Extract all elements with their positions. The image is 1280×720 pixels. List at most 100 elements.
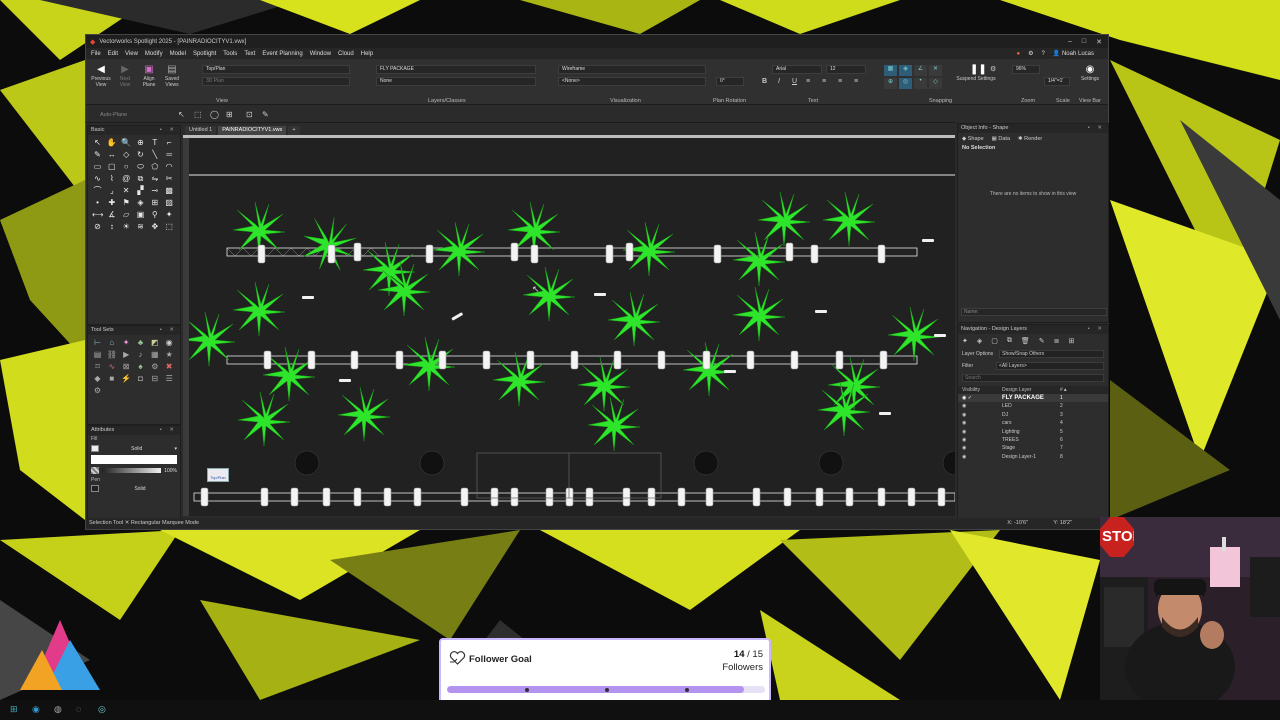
- layer-row[interactable]: ◉ ✓ FLY PACKAGE 1: [958, 394, 1108, 403]
- zoom-dropdown[interactable]: 96%: [1012, 65, 1040, 74]
- layers-icon[interactable]: ◈: [977, 337, 982, 345]
- layer-dropdown[interactable]: FLY PACKAGE: [376, 65, 536, 74]
- menu-text[interactable]: Text: [244, 51, 255, 57]
- italic-button[interactable]: I: [778, 78, 780, 85]
- chamfer-tool-icon[interactable]: ⌟: [106, 186, 117, 196]
- rotate-tool-icon[interactable]: ↻: [135, 150, 146, 160]
- menu-tools[interactable]: Tools: [223, 51, 237, 57]
- snap-point-icon[interactable]: •: [914, 78, 927, 89]
- align-right-icon[interactable]: ≡: [838, 78, 842, 85]
- point-tool-icon[interactable]: •: [92, 198, 103, 208]
- furniture-toolset-icon[interactable]: ⌑: [92, 362, 103, 372]
- start-icon[interactable]: ⊞: [10, 704, 18, 715]
- palette-controls-icon[interactable]: ▪ ✕: [1088, 325, 1105, 334]
- class-dropdown[interactable]: None: [376, 77, 536, 86]
- callout-tool-icon[interactable]: ⌐: [164, 138, 175, 148]
- dimension-tool-icon[interactable]: ↔: [106, 150, 117, 160]
- maximize-button[interactable]: □: [1082, 38, 1086, 46]
- layer-options-dropdown[interactable]: Show/Snap Others: [999, 350, 1104, 358]
- audio-toolset-icon[interactable]: ♪: [135, 350, 146, 360]
- clip-tool-icon[interactable]: ▞: [135, 186, 146, 196]
- detailing-toolset-icon[interactable]: ◩: [149, 338, 160, 348]
- snap-object-icon[interactable]: ◈: [899, 65, 912, 76]
- plan-rotation-input[interactable]: 0°: [716, 77, 744, 86]
- fillet-tool-icon[interactable]: ⌒: [92, 186, 103, 196]
- visibility-eye-icon[interactable]: ◉: [962, 453, 1002, 461]
- opacity-value[interactable]: 100%: [164, 468, 177, 474]
- new-tab-button[interactable]: +: [288, 126, 300, 135]
- visibility-eye-icon[interactable]: ◉ ✓: [962, 394, 1002, 402]
- app-icon-1[interactable]: ◉: [32, 704, 40, 715]
- previous-view-button[interactable]: ◀ Previous View: [90, 65, 112, 89]
- align-plane-button[interactable]: ▣ Align Plane: [138, 65, 160, 89]
- oval-tool-icon[interactable]: ⬭: [135, 162, 146, 172]
- flyover-tool-icon[interactable]: ⊕: [135, 138, 146, 148]
- stage-toolset-icon[interactable]: ▦: [149, 350, 160, 360]
- pen-swatch[interactable]: [91, 485, 99, 492]
- bucket-tool-icon[interactable]: ⬚: [164, 222, 175, 232]
- view-dropdown-secondary[interactable]: 3D Plan: [202, 77, 350, 86]
- justify-icon[interactable]: ≡: [854, 78, 858, 85]
- rectangle-tool-icon[interactable]: ▭: [92, 162, 103, 172]
- pan-tool-icon[interactable]: ✋: [106, 138, 117, 148]
- menu-window[interactable]: Window: [310, 51, 331, 57]
- render-mode-dropdown[interactable]: Wireframe: [558, 65, 706, 74]
- underline-button[interactable]: U: [792, 78, 797, 85]
- locus-tool-icon[interactable]: ✚: [106, 198, 117, 208]
- opacity-slider[interactable]: [102, 468, 162, 473]
- delete-icon[interactable]: 🗑: [1021, 337, 1030, 345]
- eyedropper-tool-icon[interactable]: ✎: [92, 150, 103, 160]
- snap-tangent-icon[interactable]: ◎: [899, 78, 912, 89]
- edit-icon[interactable]: ✎: [1039, 337, 1045, 345]
- scale-dropdown[interactable]: 1/4"=1': [1044, 77, 1070, 86]
- camera-toolset-icon[interactable]: ◘: [135, 374, 146, 384]
- attribute-tool-icon[interactable]: ▩: [164, 186, 175, 196]
- line-tool-icon[interactable]: ╲: [149, 150, 160, 160]
- edit-mode-icon[interactable]: ✎: [262, 110, 269, 119]
- truss-toolset-icon[interactable]: ⊠: [121, 362, 132, 372]
- labels-toolset-icon[interactable]: ⊟: [149, 374, 160, 384]
- move-tool-icon[interactable]: ✥: [149, 222, 160, 232]
- minimize-button[interactable]: –: [1068, 38, 1072, 46]
- menu-cloud[interactable]: Cloud: [338, 51, 354, 57]
- marquee-mode-icon[interactable]: ⬚: [194, 110, 202, 119]
- projection-dropdown[interactable]: <None>: [558, 77, 706, 86]
- landscape-toolset-icon[interactable]: ♠: [135, 362, 146, 372]
- visual-toolset-icon[interactable]: ◉: [164, 338, 175, 348]
- close-button[interactable]: ✕: [1096, 38, 1102, 46]
- wand-icon[interactable]: ✦: [962, 337, 968, 345]
- tab-shape[interactable]: ◆ Shape: [962, 136, 984, 142]
- visibility-eye-icon[interactable]: ◉: [962, 436, 1002, 444]
- align-tool-icon[interactable]: ↕: [106, 222, 117, 232]
- layer-row[interactable]: ◉ DJ 3: [958, 411, 1108, 419]
- layer-row[interactable]: ◉ cars 4: [958, 419, 1108, 427]
- stack-icon[interactable]: ≣: [1054, 337, 1060, 345]
- transform-mode-icon[interactable]: ⊞: [226, 110, 233, 119]
- name-field[interactable]: Name:: [961, 308, 1107, 316]
- power-toolset-icon[interactable]: ⚡: [121, 374, 132, 384]
- palette-controls-icon[interactable]: ▪ ✕: [1088, 124, 1105, 133]
- layer-link-icon[interactable]: ≋: [135, 222, 146, 232]
- dims-toolset-icon[interactable]: ⊢: [92, 338, 103, 348]
- palette-controls-icon[interactable]: ▪ ✕: [160, 126, 177, 135]
- visibility-eye-icon[interactable]: ◉: [962, 444, 1002, 452]
- auto-plane-toggle[interactable]: Auto-Plane: [100, 112, 127, 118]
- polyline-tool-icon[interactable]: ⌇: [106, 174, 117, 184]
- stake-tool-icon[interactable]: ⚑: [121, 198, 132, 208]
- sun-tool-icon[interactable]: ☀: [121, 222, 132, 232]
- visibility-eye-icon[interactable]: ◉: [962, 419, 1002, 427]
- freehand-tool-icon[interactable]: ∿: [92, 174, 103, 184]
- trim-tool-icon[interactable]: ✂: [164, 174, 175, 184]
- text-tool-icon[interactable]: T: [149, 138, 160, 148]
- snap-grid-icon[interactable]: ▦: [884, 65, 897, 76]
- video-toolset-icon[interactable]: ▶: [121, 350, 132, 360]
- menu-modify[interactable]: Modify: [145, 51, 163, 57]
- app-icon-4[interactable]: ◎: [98, 704, 106, 715]
- tab-untitled-1[interactable]: Untitled 1: [185, 126, 217, 135]
- layer-row[interactable]: ◉ Stage 7: [958, 444, 1108, 452]
- mirror-tool-icon[interactable]: ⇋: [149, 174, 160, 184]
- tab-data[interactable]: ▦ Data: [992, 136, 1010, 142]
- sort-icon[interactable]: #▲: [1060, 387, 1068, 393]
- split-tool-icon[interactable]: ✕: [121, 186, 132, 196]
- gear-icon[interactable]: ⚙: [1028, 50, 1033, 57]
